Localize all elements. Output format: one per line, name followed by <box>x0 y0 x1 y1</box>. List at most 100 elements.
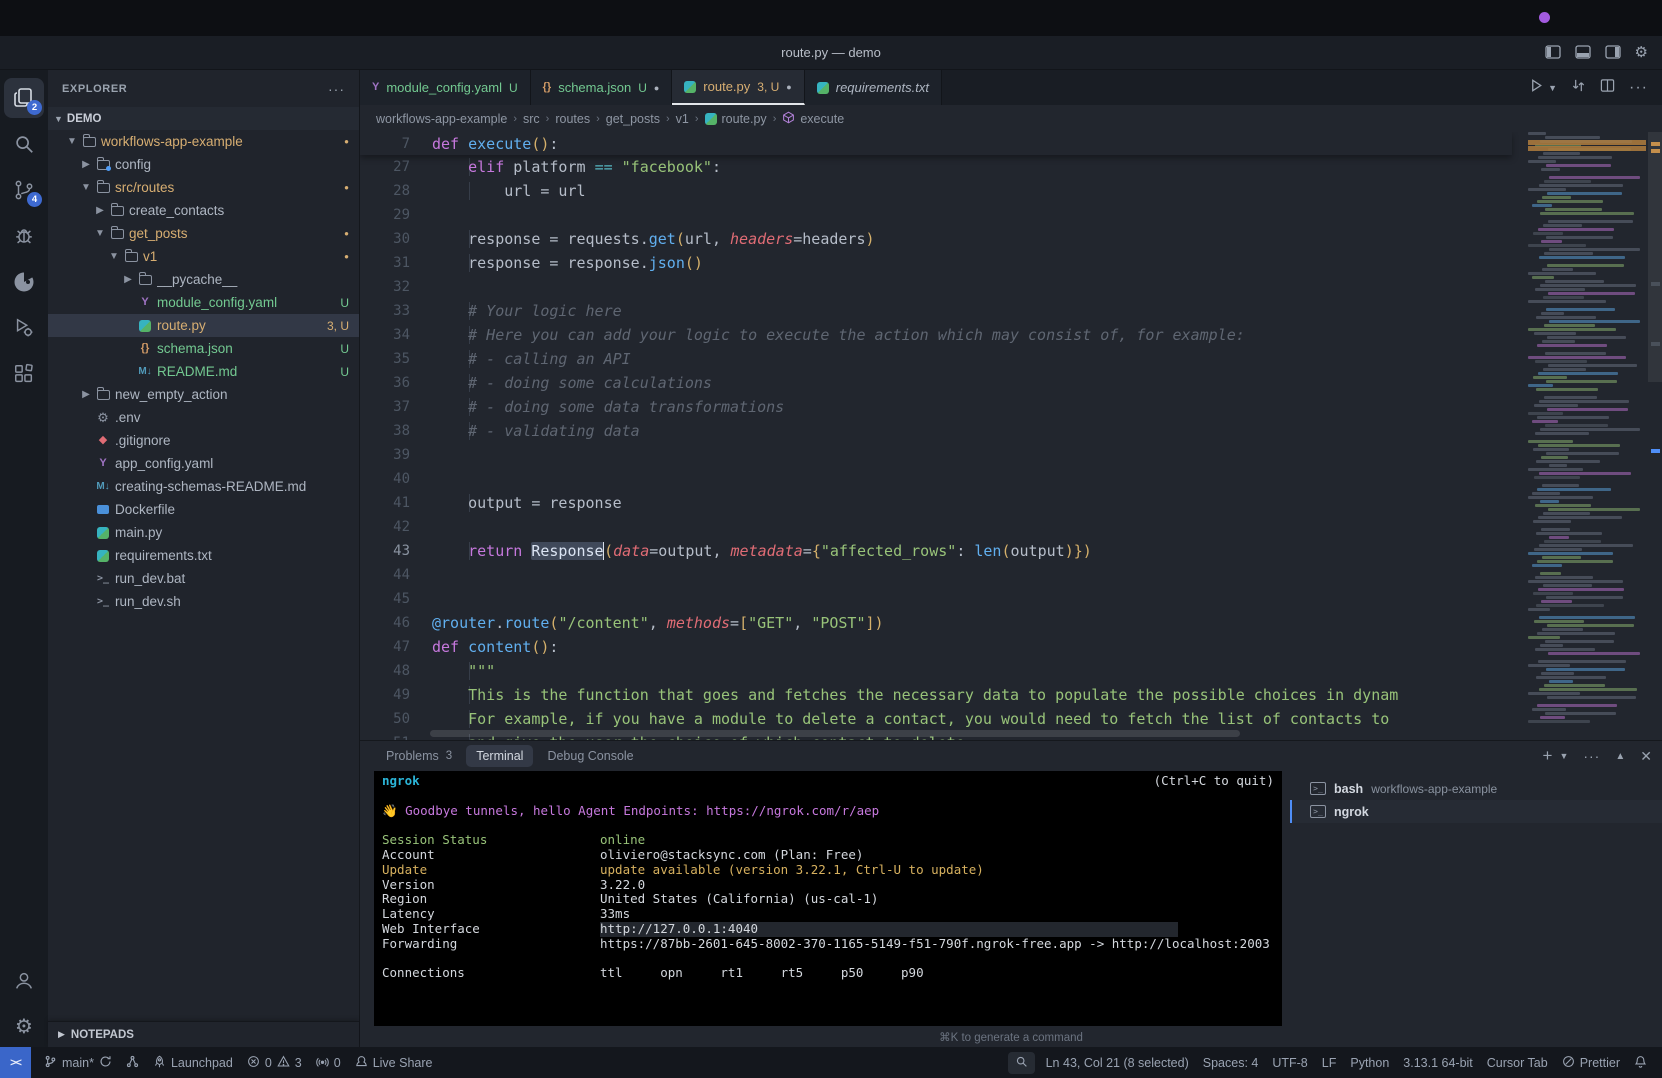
breadcrumb-item[interactable]: workflows-app-example <box>376 112 507 126</box>
toggle-panel-icon[interactable] <box>1575 45 1591 60</box>
code-line-32[interactable]: 32 <box>360 275 1512 299</box>
code-line-28[interactable]: 28 url = url <box>360 179 1512 203</box>
toggle-primary-sidebar-icon[interactable] <box>1545 45 1561 60</box>
breadcrumb-item[interactable]: execute <box>782 111 844 127</box>
terminal-list-item-bash[interactable]: >_bashworkflows-app-example <box>1290 777 1662 800</box>
tree-item-readme-md[interactable]: M↓README.mdU <box>48 360 359 383</box>
editor-tab-route-py[interactable]: route.py3, U● <box>672 70 804 105</box>
vertical-scrollbar[interactable] <box>1648 132 1662 382</box>
debug-icon[interactable] <box>4 216 44 256</box>
unsaved-dot-icon[interactable]: ● <box>786 82 791 92</box>
cursor-tab[interactable]: Cursor Tab <box>1480 1056 1555 1070</box>
tree-item-route-py[interactable]: route.py3, U <box>48 314 359 337</box>
tree-item-requirements-txt[interactable]: requirements.txt <box>48 544 359 567</box>
code-line-41[interactable]: 41 output = response <box>360 491 1512 515</box>
interpreter[interactable]: 3.13.1 64-bit <box>1396 1056 1480 1070</box>
code-line-27[interactable]: 27 elif platform == "facebook": <box>360 155 1512 179</box>
live-share[interactable]: Live Share <box>348 1055 440 1071</box>
code-line-47[interactable]: 47def content(): <box>360 635 1512 659</box>
code-line-38[interactable]: 38 # - validating data <box>360 419 1512 443</box>
horizontal-scrollbar[interactable] <box>430 730 1240 737</box>
tree-item-config[interactable]: ▶config <box>48 153 359 176</box>
code-line-33[interactable]: 33 # Your logic here <box>360 299 1512 323</box>
code-line-40[interactable]: 40 <box>360 467 1512 491</box>
search-icon[interactable] <box>4 124 44 164</box>
notifications-bell[interactable] <box>1627 1055 1654 1071</box>
code-line-39[interactable]: 39 <box>360 443 1512 467</box>
workspace-section-header[interactable]: ▼ DEMO <box>48 107 359 130</box>
tree-item-workflows-app-example[interactable]: ▼workflows-app-example● <box>48 130 359 153</box>
extensions-icon[interactable] <box>4 354 44 394</box>
tree-item-run-dev-bat[interactable]: >_run_dev.bat <box>48 567 359 590</box>
source-control-icon[interactable]: 4 <box>4 170 44 210</box>
panel-tab-debug-console[interactable]: Debug Console <box>537 745 643 767</box>
editor-tab-schema-json[interactable]: {}schema.jsonU● <box>531 70 673 105</box>
run-python-file-icon[interactable] <box>1529 78 1544 98</box>
editor-tab-module-config-yaml[interactable]: Ymodule_config.yamlU <box>360 70 531 105</box>
tree-item-new-empty-action[interactable]: ▶new_empty_action <box>48 383 359 406</box>
run-dropdown-chevron-icon[interactable]: ▼ <box>1548 83 1557 93</box>
cursor-position[interactable]: Ln 43, Col 21 (8 selected) <box>1039 1056 1196 1070</box>
generate-command-hint[interactable]: ⌘K to generate a command <box>939 1030 1083 1044</box>
tree-item-main-py[interactable]: main.py <box>48 521 359 544</box>
tree-item-app-config-yaml[interactable]: Yapp_config.yaml <box>48 452 359 475</box>
panel-tab-problems[interactable]: Problems3 <box>376 745 462 767</box>
problems[interactable]: 03 <box>240 1055 309 1071</box>
run-debug-icon[interactable] <box>4 308 44 348</box>
unsaved-dot-icon[interactable]: ● <box>654 83 659 93</box>
tree-item--env[interactable]: ⚙.env <box>48 406 359 429</box>
code-line-30[interactable]: 30 response = requests.get(url, headers=… <box>360 227 1512 251</box>
code-line-43[interactable]: 43 return Response(data=output, metadata… <box>360 539 1512 563</box>
tree-item-run-dev-sh[interactable]: >_run_dev.sh <box>48 590 359 613</box>
tree-item-create-contacts[interactable]: ▶create_contacts <box>48 199 359 222</box>
settings-gear-icon[interactable]: ⚙ <box>4 1007 44 1047</box>
accounts-icon[interactable] <box>4 961 44 1001</box>
minimap[interactable] <box>1528 132 1646 740</box>
code-editor[interactable]: 7def execute(): 27 elif platform == "fac… <box>360 132 1662 740</box>
branch-indicator[interactable]: main* <box>37 1055 119 1071</box>
breadcrumb-item[interactable]: v1 <box>676 112 689 126</box>
notepads-section[interactable]: ▶ NOTEPADS <box>48 1021 359 1047</box>
terminal-dropdown-chevron-icon[interactable]: ▼ <box>1559 751 1568 761</box>
tree-item-src-routes[interactable]: ▼src/routes● <box>48 176 359 199</box>
tree-item--gitignore[interactable]: ◆.gitignore <box>48 429 359 452</box>
panel-tab-terminal[interactable]: Terminal <box>466 745 533 767</box>
source-graph[interactable] <box>119 1055 146 1071</box>
remote-indicator[interactable]: >< <box>0 1047 31 1078</box>
language-mode[interactable]: Python <box>1343 1056 1396 1070</box>
breadcrumb-item[interactable]: route.py <box>705 112 767 126</box>
sticky-scroll-line[interactable]: 7def execute(): <box>360 132 1512 155</box>
new-terminal-icon[interactable]: + <box>1543 746 1553 766</box>
launchpad[interactable]: Launchpad <box>146 1055 240 1071</box>
code-line-37[interactable]: 37 # - doing some data transformations <box>360 395 1512 419</box>
terminal-list-item-ngrok[interactable]: >_ngrok <box>1290 800 1662 823</box>
breadcrumb-item[interactable]: get_posts <box>606 112 660 126</box>
tree-item-v1[interactable]: ▼v1● <box>48 245 359 268</box>
prettier[interactable]: Prettier <box>1555 1055 1627 1071</box>
code-line-50[interactable]: 50 For example, if you have a module to … <box>360 707 1512 731</box>
eol[interactable]: LF <box>1315 1056 1344 1070</box>
code-line-34[interactable]: 34 # Here you can add your logic to exec… <box>360 323 1512 347</box>
panel-more-actions-icon[interactable]: ··· <box>1583 748 1600 764</box>
more-actions-icon[interactable]: ··· <box>1629 79 1648 97</box>
toggle-secondary-sidebar-icon[interactable] <box>1605 45 1621 60</box>
maximize-panel-icon[interactable]: ▲ <box>1615 751 1625 762</box>
code-line-42[interactable]: 42 <box>360 515 1512 539</box>
code-line-46[interactable]: 46@router.route("/content", methods=["GE… <box>360 611 1512 635</box>
code-line-45[interactable]: 45 <box>360 587 1512 611</box>
explorer-icon[interactable]: 2 <box>4 78 44 118</box>
code-line-35[interactable]: 35 # - calling an API <box>360 347 1512 371</box>
code-line-49[interactable]: 49 This is the function that goes and fe… <box>360 683 1512 707</box>
indentation[interactable]: Spaces: 4 <box>1196 1056 1266 1070</box>
tree-item-get-posts[interactable]: ▼get_posts● <box>48 222 359 245</box>
tree-item-creating-schemas-readme-md[interactable]: M↓creating-schemas-README.md <box>48 475 359 498</box>
encoding[interactable]: UTF-8 <box>1265 1056 1314 1070</box>
code-line-48[interactable]: 48 """ <box>360 659 1512 683</box>
tree-item-dockerfile[interactable]: Dockerfile <box>48 498 359 521</box>
terminal-output[interactable]: ngrok(Ctrl+C to quit) 👋 Goodbye tunnels,… <box>374 771 1282 1026</box>
ports[interactable]: 0 <box>309 1055 348 1071</box>
tree-item-module-config-yaml[interactable]: Ymodule_config.yamlU <box>48 291 359 314</box>
search-toggle[interactable] <box>1008 1052 1035 1074</box>
split-editor-icon[interactable] <box>1600 78 1615 98</box>
close-panel-icon[interactable]: ✕ <box>1640 748 1652 765</box>
